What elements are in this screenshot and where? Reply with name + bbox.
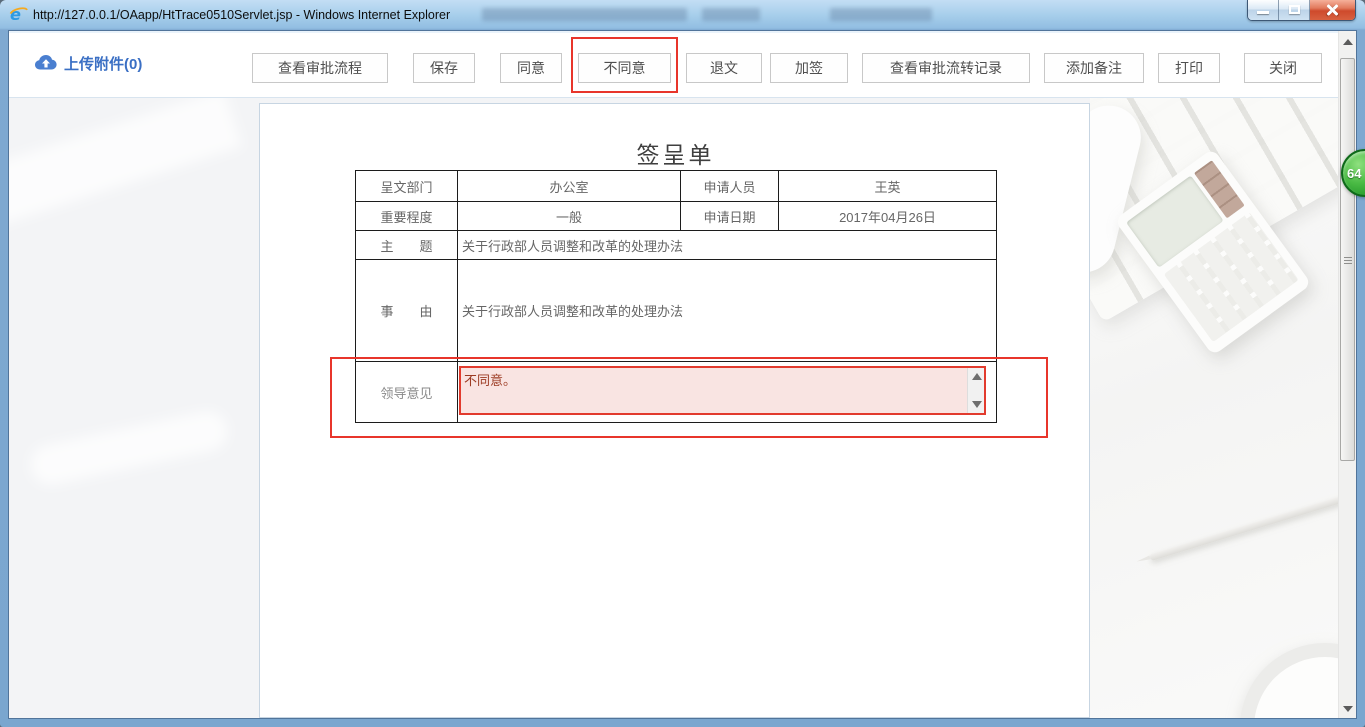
scroll-up-arrow-icon[interactable]	[1343, 39, 1353, 45]
leader-opinion-textarea[interactable]: 不同意。	[459, 366, 986, 415]
minimize-button[interactable]	[1248, 0, 1279, 20]
subject-value: 关于行政部人员调整和改革的处理办法	[458, 231, 997, 260]
desk-photo	[1090, 98, 1338, 718]
speed-badge-value: 64	[1347, 166, 1361, 181]
form-title: 签呈单	[355, 136, 996, 170]
scrollbar-grip-icon	[1344, 256, 1352, 264]
ie-logo-icon: e	[9, 5, 28, 24]
toolbar-button-return-document[interactable]: 退文	[686, 53, 762, 83]
toolbar-button-view-approval-records[interactable]: 查看审批流转记录	[862, 53, 1030, 83]
window-controls	[1247, 0, 1356, 21]
titlebar-glass-reflection	[702, 8, 760, 21]
textarea-scrollbar[interactable]	[967, 368, 984, 413]
subject-label: 主 题	[356, 231, 458, 260]
submission-form-table: 呈文部门 办公室 申请人员 王英 重要程度 一般 申请日期 2017年04月26…	[355, 170, 997, 423]
dept-label: 呈文部门	[356, 171, 458, 202]
table-row: 呈文部门 办公室 申请人员 王英	[356, 171, 997, 202]
titlebar[interactable]: e http://127.0.0.1/OAapp/HtTrace0510Serv…	[0, 0, 1365, 30]
applicant-label: 申请人员	[681, 171, 779, 202]
importance-label: 重要程度	[356, 202, 458, 231]
toolbar-button-close-page[interactable]: 关闭	[1244, 53, 1322, 83]
maximize-button[interactable]	[1279, 0, 1310, 20]
opinion-cell: 不同意。	[458, 362, 997, 423]
leader-opinion-text: 不同意。	[464, 370, 964, 389]
toolbar-button-save[interactable]: 保存	[413, 53, 475, 83]
toolbar-button-view-approval-flow[interactable]: 查看审批流程	[252, 53, 388, 83]
table-row: 主 题 关于行政部人员调整和改革的处理办法	[356, 231, 997, 260]
toolbar-button-agree[interactable]: 同意	[500, 53, 562, 83]
window-title: http://127.0.0.1/OAapp/HtTrace0510Servle…	[33, 8, 450, 22]
importance-value: 一般	[458, 202, 681, 231]
date-label: 申请日期	[681, 202, 779, 231]
window-scrollbar[interactable]	[1338, 31, 1356, 718]
reason-value: 关于行政部人员调整和改革的处理办法	[458, 260, 997, 362]
scroll-down-arrow-icon[interactable]	[972, 401, 982, 408]
close-button[interactable]	[1310, 0, 1355, 20]
scrollbar-thumb[interactable]	[1340, 58, 1355, 461]
table-row: 重要程度 一般 申请日期 2017年04月26日	[356, 202, 997, 231]
applicant-value: 王英	[779, 171, 997, 202]
table-row: 事 由 关于行政部人员调整和改革的处理办法	[356, 260, 997, 362]
toolbar-button-disagree[interactable]: 不同意	[578, 53, 671, 83]
close-icon	[1326, 4, 1339, 16]
maximize-icon	[1289, 5, 1300, 14]
titlebar-glass-reflection	[830, 8, 932, 21]
dept-value: 办公室	[458, 171, 681, 202]
date-value: 2017年04月26日	[779, 202, 997, 231]
pen-photo	[1149, 486, 1338, 561]
upload-attachment-link[interactable]: 上传附件(0)	[34, 50, 142, 76]
titlebar-glass-reflection	[482, 8, 687, 21]
minimize-icon	[1257, 11, 1269, 14]
browser-window: e http://127.0.0.1/OAapp/HtTrace0510Serv…	[0, 0, 1365, 727]
toolbar-button-add-sign[interactable]: 加签	[770, 53, 848, 83]
upload-attachment-label: 上传附件(0)	[64, 53, 142, 74]
cloud-upload-icon	[34, 53, 58, 73]
scroll-up-arrow-icon[interactable]	[972, 373, 982, 380]
scroll-down-arrow-icon[interactable]	[1343, 706, 1353, 712]
table-row: 领导意见 不同意。	[356, 362, 997, 423]
toolbar-button-print[interactable]: 打印	[1158, 53, 1220, 83]
opinion-label: 领导意见	[356, 362, 458, 423]
toolbar-button-add-note[interactable]: 添加备注	[1044, 53, 1144, 83]
cup-photo	[1240, 643, 1338, 718]
reason-label: 事 由	[356, 260, 458, 362]
